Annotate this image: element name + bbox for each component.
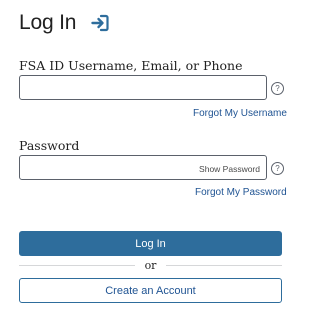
- header: Log In: [19, 8, 110, 38]
- question-circle-icon[interactable]: ?: [271, 82, 284, 95]
- show-password-toggle[interactable]: Show Password: [199, 164, 260, 174]
- divider-line-left: [19, 264, 135, 266]
- page-title: Log In: [19, 11, 77, 34]
- divider-line-right: [166, 264, 283, 266]
- login-arrow-icon: [90, 13, 110, 33]
- forgot-password-link[interactable]: Forgot My Password: [195, 187, 287, 198]
- or-text: or: [144, 258, 157, 272]
- username-input[interactable]: [19, 75, 267, 100]
- create-account-button[interactable]: Create an Account: [19, 278, 282, 303]
- password-label: Password: [19, 138, 80, 153]
- question-circle-icon[interactable]: ?: [271, 162, 284, 175]
- or-divider: or: [19, 258, 283, 272]
- forgot-username-link[interactable]: Forgot My Username: [193, 108, 287, 119]
- login-button[interactable]: Log In: [19, 231, 282, 256]
- username-label: FSA ID Username, Email, or Phone: [19, 58, 243, 73]
